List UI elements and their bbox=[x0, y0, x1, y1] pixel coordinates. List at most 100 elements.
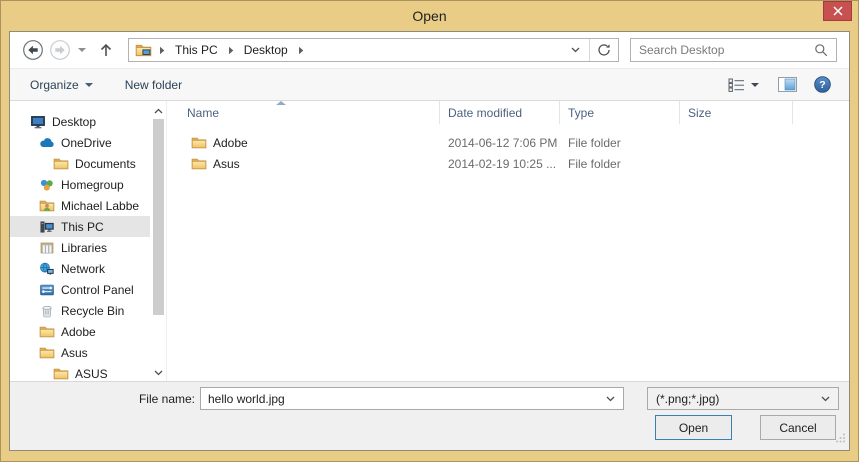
column-header-type[interactable]: Type bbox=[560, 101, 680, 124]
file-name-label: File name: bbox=[10, 392, 195, 406]
file-type-dropdown-button[interactable] bbox=[813, 396, 838, 402]
breadcrumb-separator[interactable] bbox=[295, 39, 307, 61]
sidebar-item-label: Asus bbox=[61, 346, 88, 360]
cancel-button[interactable]: Cancel bbox=[760, 415, 836, 440]
back-arrow-icon bbox=[22, 39, 44, 61]
sidebar-item-label: Desktop bbox=[52, 115, 96, 129]
organize-button[interactable]: Organize bbox=[30, 78, 93, 92]
sidebar-item-onedrive[interactable]: OneDrive bbox=[10, 132, 150, 153]
open-button-label: Open bbox=[679, 421, 708, 435]
folder-icon bbox=[191, 156, 207, 172]
column-headers: Name Date modified Type Size bbox=[167, 101, 849, 124]
organize-label: Organize bbox=[30, 78, 79, 92]
sidebar-item-desktop[interactable]: Desktop bbox=[10, 111, 150, 132]
sidebar-item-label: Recycle Bin bbox=[61, 304, 124, 318]
scroll-up-button[interactable] bbox=[154, 105, 163, 116]
search-box[interactable] bbox=[630, 38, 837, 62]
svg-text:?: ? bbox=[819, 79, 825, 91]
folder-icon bbox=[53, 156, 69, 172]
up-arrow-icon bbox=[97, 41, 115, 59]
column-label: Date modified bbox=[448, 106, 522, 120]
sidebar-item-control-panel[interactable]: Control Panel bbox=[10, 279, 150, 300]
sidebar-item-homegroup[interactable]: Homegroup bbox=[10, 174, 150, 195]
file-name: Adobe bbox=[213, 136, 248, 150]
navigation-pane: Desktop OneDrive Documents Homegroup Mic… bbox=[10, 101, 150, 381]
sidebar-item-label: Michael Labbe bbox=[61, 199, 139, 213]
title-bar[interactable]: Open bbox=[1, 1, 858, 31]
breadcrumb-separator[interactable] bbox=[156, 39, 168, 61]
column-header-name[interactable]: Name bbox=[167, 101, 440, 124]
file-type-value: (*.png;*.jpg) bbox=[648, 392, 813, 406]
file-row-adobe[interactable]: Adobe 2014-06-12 7:06 PM File folder bbox=[167, 132, 849, 153]
sidebar-item-label: ASUS bbox=[75, 367, 108, 381]
breadcrumb-label: This PC bbox=[168, 43, 225, 57]
chevron-down-icon bbox=[85, 83, 93, 87]
open-button[interactable]: Open bbox=[655, 415, 732, 440]
folder-icon bbox=[191, 135, 207, 151]
refresh-button[interactable] bbox=[590, 43, 618, 57]
sidebar-item-label: OneDrive bbox=[61, 136, 112, 150]
resize-grip[interactable] bbox=[835, 433, 846, 447]
file-row-asus[interactable]: Asus 2014-02-19 10:25 ... File folder bbox=[167, 153, 849, 174]
file-type: File folder bbox=[560, 136, 680, 150]
address-bar[interactable]: This PC Desktop bbox=[128, 38, 619, 62]
chevron-down-icon bbox=[571, 47, 580, 53]
sidebar-item-documents[interactable]: Documents bbox=[10, 153, 150, 174]
search-icon bbox=[806, 43, 836, 57]
sidebar-item-label: Adobe bbox=[61, 325, 96, 339]
column-label: Size bbox=[688, 106, 711, 120]
sidebar-item-label: Network bbox=[61, 262, 105, 276]
sidebar-item-libraries[interactable]: Libraries bbox=[10, 237, 150, 258]
close-icon bbox=[833, 6, 843, 16]
sidebar-item-label: This PC bbox=[61, 220, 104, 234]
up-button[interactable] bbox=[97, 41, 115, 59]
sidebar-item-network[interactable]: Network bbox=[10, 258, 150, 279]
column-label: Type bbox=[568, 106, 594, 120]
close-button[interactable] bbox=[823, 1, 852, 21]
file-name: Asus bbox=[213, 157, 240, 171]
sidebar-item-recycle-bin[interactable]: Recycle Bin bbox=[10, 300, 150, 321]
search-input[interactable] bbox=[631, 43, 806, 57]
column-header-spacer bbox=[793, 101, 849, 124]
file-name-combobox[interactable] bbox=[200, 387, 624, 410]
chevron-right-icon bbox=[159, 46, 165, 55]
file-type-combobox[interactable]: (*.png;*.jpg) bbox=[647, 387, 839, 410]
breadcrumb-this-pc[interactable]: This PC bbox=[168, 39, 225, 61]
folder-icon bbox=[39, 324, 55, 340]
column-header-size[interactable]: Size bbox=[680, 101, 793, 124]
breadcrumb-separator[interactable] bbox=[225, 39, 237, 61]
scroll-down-button[interactable] bbox=[154, 367, 163, 378]
chevron-down-icon bbox=[751, 83, 759, 87]
scrollbar-thumb[interactable] bbox=[153, 119, 164, 315]
new-folder-button[interactable]: New folder bbox=[125, 78, 182, 92]
navigation-bar: This PC Desktop bbox=[10, 32, 849, 68]
help-button[interactable]: ? bbox=[814, 76, 831, 93]
sidebar-item-asus[interactable]: Asus bbox=[10, 342, 150, 363]
chevron-right-icon bbox=[228, 46, 234, 55]
forward-button[interactable] bbox=[49, 39, 71, 61]
preview-pane-button[interactable] bbox=[778, 77, 797, 92]
user-folder-icon bbox=[39, 198, 55, 214]
back-button[interactable] bbox=[22, 39, 44, 61]
change-view-button[interactable] bbox=[728, 78, 759, 92]
refresh-icon bbox=[597, 43, 611, 57]
sidebar-item-asus-sub[interactable]: ASUS bbox=[10, 363, 150, 381]
file-name-input[interactable] bbox=[201, 392, 598, 406]
breadcrumb-desktop[interactable]: Desktop bbox=[237, 39, 295, 61]
file-type: File folder bbox=[560, 157, 680, 171]
help-icon: ? bbox=[814, 76, 831, 93]
dialog-footer: File name: (*.png;*.jpg) Open Cancel bbox=[10, 381, 849, 450]
sidebar-item-adobe[interactable]: Adobe bbox=[10, 321, 150, 342]
recent-locations-button[interactable] bbox=[78, 48, 86, 52]
address-dropdown-button[interactable] bbox=[562, 47, 589, 53]
open-dialog-window: Open bbox=[0, 0, 859, 462]
file-name-dropdown-button[interactable] bbox=[598, 396, 623, 402]
command-toolbar: Organize New folder bbox=[10, 68, 849, 101]
file-name-cell: Asus bbox=[167, 156, 440, 172]
sidebar-item-this-pc[interactable]: This PC bbox=[10, 216, 150, 237]
scrollbar-track[interactable] bbox=[153, 119, 164, 364]
breadcrumb-label: Desktop bbox=[237, 43, 295, 57]
sidebar-item-michael-labbe[interactable]: Michael Labbe bbox=[10, 195, 150, 216]
column-header-date-modified[interactable]: Date modified bbox=[440, 101, 560, 124]
sidebar-scrollbar[interactable] bbox=[150, 101, 166, 381]
